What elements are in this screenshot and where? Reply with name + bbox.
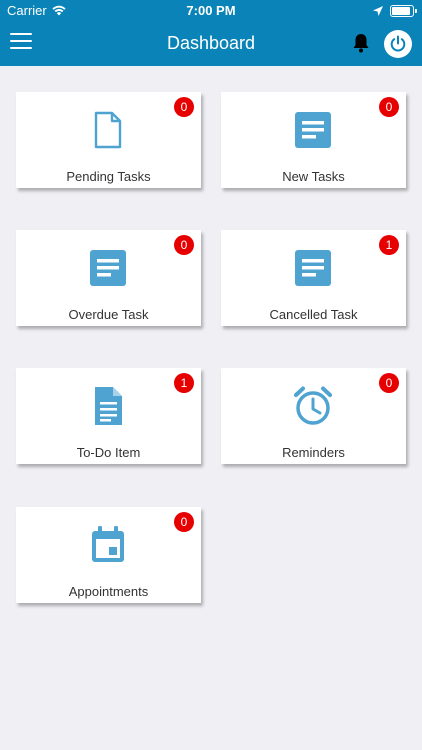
tile-cancelled-task[interactable]: Cancelled Task 1 [221, 230, 406, 326]
count-badge: 1 [379, 235, 399, 255]
tile-label: New Tasks [282, 169, 345, 184]
location-arrow-icon [373, 4, 383, 19]
document-outline-icon [88, 110, 128, 150]
list-card-icon [293, 248, 333, 288]
tile-overdue-task[interactable]: Overdue Task 0 [16, 230, 201, 326]
tile-label: Reminders [282, 445, 345, 460]
tile-reminders[interactable]: Reminders 0 [221, 368, 406, 464]
count-badge: 0 [379, 373, 399, 393]
tile-label: Cancelled Task [269, 307, 358, 322]
count-badge: 0 [174, 97, 194, 117]
header-bar: Dashboard [0, 22, 422, 66]
count-badge: 1 [174, 373, 194, 393]
list-card-icon [293, 110, 333, 150]
power-button[interactable] [384, 30, 412, 58]
tile-label: Pending Tasks [66, 169, 151, 184]
alarm-clock-icon [293, 386, 333, 426]
list-card-icon [88, 248, 128, 288]
tile-label: Overdue Task [68, 307, 149, 322]
power-icon [390, 35, 406, 52]
tile-new-tasks[interactable]: New Tasks 0 [221, 92, 406, 188]
calendar-icon [88, 525, 128, 565]
notification-bell-icon[interactable] [350, 32, 372, 54]
tile-pending-tasks[interactable]: Pending Tasks 0 [16, 92, 201, 188]
document-lines-icon [88, 386, 128, 426]
count-badge: 0 [174, 235, 194, 255]
tile-appointments[interactable]: Appointments 0 [16, 507, 201, 603]
tile-todo-item[interactable]: To-Do Item 1 [16, 368, 201, 464]
tile-label: Appointments [68, 584, 149, 599]
count-badge: 0 [379, 97, 399, 117]
count-badge: 0 [174, 512, 194, 532]
battery-icon [390, 5, 417, 17]
status-bar: Carrier 7:00 PM [0, 0, 422, 22]
tile-label: To-Do Item [76, 445, 141, 460]
status-time: 7:00 PM [186, 3, 236, 18]
